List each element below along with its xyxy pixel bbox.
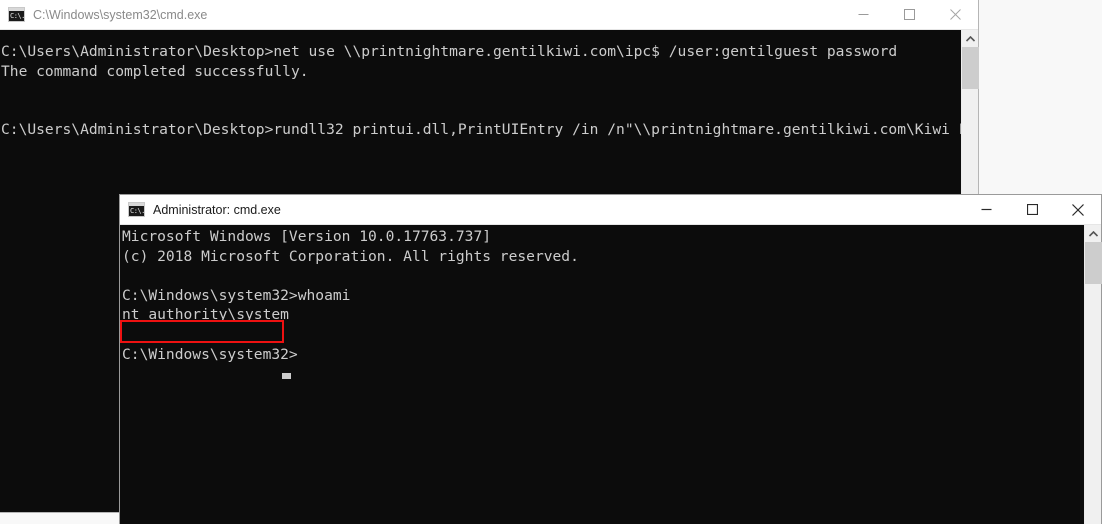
desktop: C:\. C:\Windows\system32\cmd.exe C:\User… (0, 0, 1102, 524)
scrollbar-vertical-administrator[interactable] (1084, 225, 1102, 524)
window-title-cmd-background: C:\Windows\system32\cmd.exe (33, 7, 208, 22)
close-button-administrator[interactable] (1055, 195, 1101, 225)
titlebar-cmd-administrator[interactable]: C:\. Administrator: cmd.exe (120, 195, 1101, 225)
minimize-button-background[interactable] (840, 0, 886, 30)
cmd-console-icon: C:\. (8, 7, 25, 22)
scrollbar-thumb-background[interactable] (962, 47, 979, 89)
console-output-administrator: Microsoft Windows [Version 10.0.17763.73… (122, 228, 579, 363)
window-controls-administrator (963, 195, 1101, 225)
maximize-button-administrator[interactable] (1009, 195, 1055, 225)
block-cursor (282, 373, 291, 379)
console-output-background: C:\Users\Administrator\Desktop>net use \… (1, 43, 978, 139)
window-title-cmd-administrator: Administrator: cmd.exe (153, 202, 281, 217)
cmd-console-icon: C:\. (128, 202, 145, 217)
maximize-button-background[interactable] (886, 0, 932, 30)
window-controls-background (840, 0, 978, 30)
titlebar-cmd-background[interactable]: C:\. C:\Windows\system32\cmd.exe (0, 0, 978, 30)
scroll-up-arrow-icon-background[interactable] (962, 30, 979, 47)
close-button-background[interactable] (932, 0, 978, 30)
minimize-button-administrator[interactable] (963, 195, 1009, 225)
scrollbar-thumb-administrator[interactable] (1085, 242, 1102, 284)
window-cmd-administrator[interactable]: C:\. Administrator: cmd.exe Microsoft Wi… (119, 194, 1102, 524)
console-surface-administrator[interactable]: Microsoft Windows [Version 10.0.17763.73… (120, 225, 1101, 524)
scroll-up-arrow-icon-administrator[interactable] (1085, 225, 1102, 242)
